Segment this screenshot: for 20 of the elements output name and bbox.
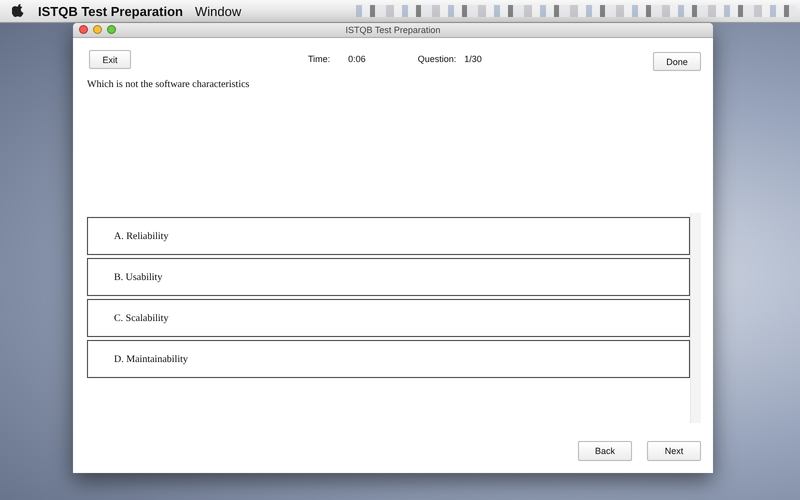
minimize-button[interactable] bbox=[93, 25, 102, 34]
zoom-button[interactable] bbox=[107, 25, 116, 34]
apple-logo-icon[interactable] bbox=[12, 4, 24, 18]
next-button[interactable]: Next bbox=[647, 441, 701, 461]
window-title: ISTQB Test Preparation bbox=[346, 25, 440, 35]
time-label: Time: bbox=[308, 54, 330, 64]
question-counter: 1/30 bbox=[464, 54, 482, 64]
exit-button[interactable]: Exit bbox=[89, 50, 131, 69]
close-button[interactable] bbox=[79, 25, 88, 34]
question-text: Which is not the software characteristics bbox=[87, 79, 250, 90]
app-menu[interactable]: ISTQB Test Preparation bbox=[38, 4, 183, 18]
done-button[interactable]: Done bbox=[653, 52, 701, 71]
time-value: 0:06 bbox=[348, 54, 366, 64]
question-label: Question: bbox=[418, 54, 456, 64]
answer-option[interactable]: D. Maintainability bbox=[87, 340, 690, 378]
back-button[interactable]: Back bbox=[578, 441, 632, 461]
answer-option[interactable]: B. Usability bbox=[87, 258, 690, 296]
answer-option[interactable]: C. Scalability bbox=[87, 299, 690, 337]
answer-option[interactable]: A. Reliability bbox=[87, 217, 690, 255]
menu-item[interactable]: Window bbox=[194, 4, 242, 18]
